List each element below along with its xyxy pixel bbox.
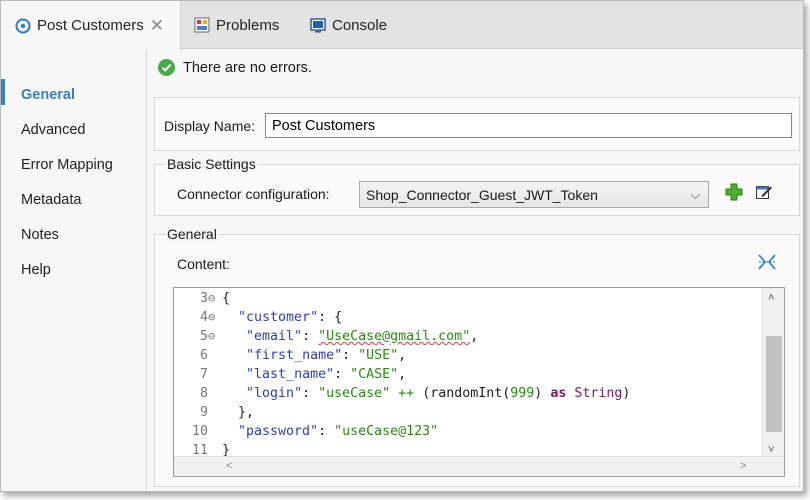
properties-window: Post Customers ✕ Problems Console Genera… xyxy=(0,0,804,492)
problems-icon xyxy=(194,17,210,33)
scroll-down-icon[interactable]: ˅ xyxy=(768,444,774,456)
code-editor[interactable]: 3⊖{ 4⊖ "customer": { 5⊖ "email": "UseCas… xyxy=(173,287,785,477)
tab-label: Post Customers xyxy=(37,17,144,34)
fold-icon[interactable]: ⊖ xyxy=(208,289,222,308)
tab-bar: Post Customers ✕ Problems Console xyxy=(1,1,803,50)
tab-problems[interactable]: Problems xyxy=(194,1,279,49)
connector-configuration-label: Connector configuration: xyxy=(177,186,330,202)
sidebar-item-notes[interactable]: Notes xyxy=(21,227,59,243)
fold-icon[interactable]: ⊖ xyxy=(208,308,222,327)
tab-post-customers[interactable]: Post Customers ✕ xyxy=(1,1,181,50)
connector-configuration-select[interactable]: Shop_Connector_Guest_JWT_Token ⌵ xyxy=(359,181,709,208)
scroll-left-icon[interactable]: < xyxy=(226,460,232,472)
chevron-down-icon: ⌵ xyxy=(690,188,700,202)
edit-connector-button[interactable] xyxy=(755,183,773,204)
edit-icon xyxy=(756,186,772,199)
sidebar-item-error-mapping[interactable]: Error Mapping xyxy=(21,157,113,173)
add-connector-button[interactable] xyxy=(725,183,743,204)
scroll-up-icon[interactable]: ˄ xyxy=(768,292,774,304)
vertical-scrollbar[interactable]: ˄ ˅ xyxy=(762,288,784,458)
display-name-section: Display Name: xyxy=(154,97,800,151)
select-value: Shop_Connector_Guest_JWT_Token xyxy=(366,187,598,203)
expand-editor-button[interactable] xyxy=(757,253,777,274)
close-icon[interactable]: ✕ xyxy=(150,16,164,36)
sidebar-item-help[interactable]: Help xyxy=(21,262,51,278)
console-icon xyxy=(310,17,326,33)
scroll-thumb[interactable] xyxy=(766,336,782,432)
scroll-right-icon[interactable]: > xyxy=(740,460,746,472)
tab-console[interactable]: Console xyxy=(310,1,387,49)
status-message: There are no errors. xyxy=(158,59,312,76)
expand-icon xyxy=(758,254,776,270)
status-text: There are no errors. xyxy=(183,59,312,76)
check-circle-icon xyxy=(158,59,175,76)
code-line: 9 }, xyxy=(199,405,255,420)
general-group: General Content: 3⊖{ 4⊖ "customer": { 5⊖… xyxy=(154,226,800,487)
code-line: 3⊖{ xyxy=(199,289,231,308)
tab-label: Console xyxy=(332,16,388,34)
code-area[interactable]: 3⊖{ 4⊖ "customer": { 5⊖ "email": "UseCas… xyxy=(174,288,762,458)
horizontal-scrollbar[interactable]: < > xyxy=(174,456,784,476)
basic-settings-group: Basic Settings Connector configuration: … xyxy=(154,156,800,216)
code-line: 6 "first_name": "USE", xyxy=(199,348,407,363)
code-line: 5⊖ "email": "UseCase@gmail.com", xyxy=(199,327,479,346)
code-line: 8 "login": "useCase" ++ (randomInt(999) … xyxy=(199,386,631,401)
connector-icon xyxy=(15,18,31,34)
fold-icon[interactable]: ⊖ xyxy=(208,327,222,346)
group-title: General xyxy=(165,226,219,242)
code-line: 4⊖ "customer": { xyxy=(199,308,343,327)
display-name-label: Display Name: xyxy=(164,118,256,134)
sidebar-item-general[interactable]: General xyxy=(21,87,75,103)
code-line: 10 "password": "useCase@123" xyxy=(191,424,439,439)
plus-icon xyxy=(725,183,743,201)
code-line: 7 "last_name": "CASE", xyxy=(199,367,407,382)
tab-label: Problems xyxy=(216,16,280,34)
group-title: Basic Settings xyxy=(165,156,258,172)
sidebar-item-advanced[interactable]: Advanced xyxy=(21,122,86,138)
display-name-input[interactable] xyxy=(265,113,792,138)
content-label: Content: xyxy=(177,256,230,272)
sidebar-item-metadata[interactable]: Metadata xyxy=(21,192,81,208)
sidebar: General Advanced Error Mapping Metadata … xyxy=(1,50,147,491)
active-marker xyxy=(1,79,5,105)
